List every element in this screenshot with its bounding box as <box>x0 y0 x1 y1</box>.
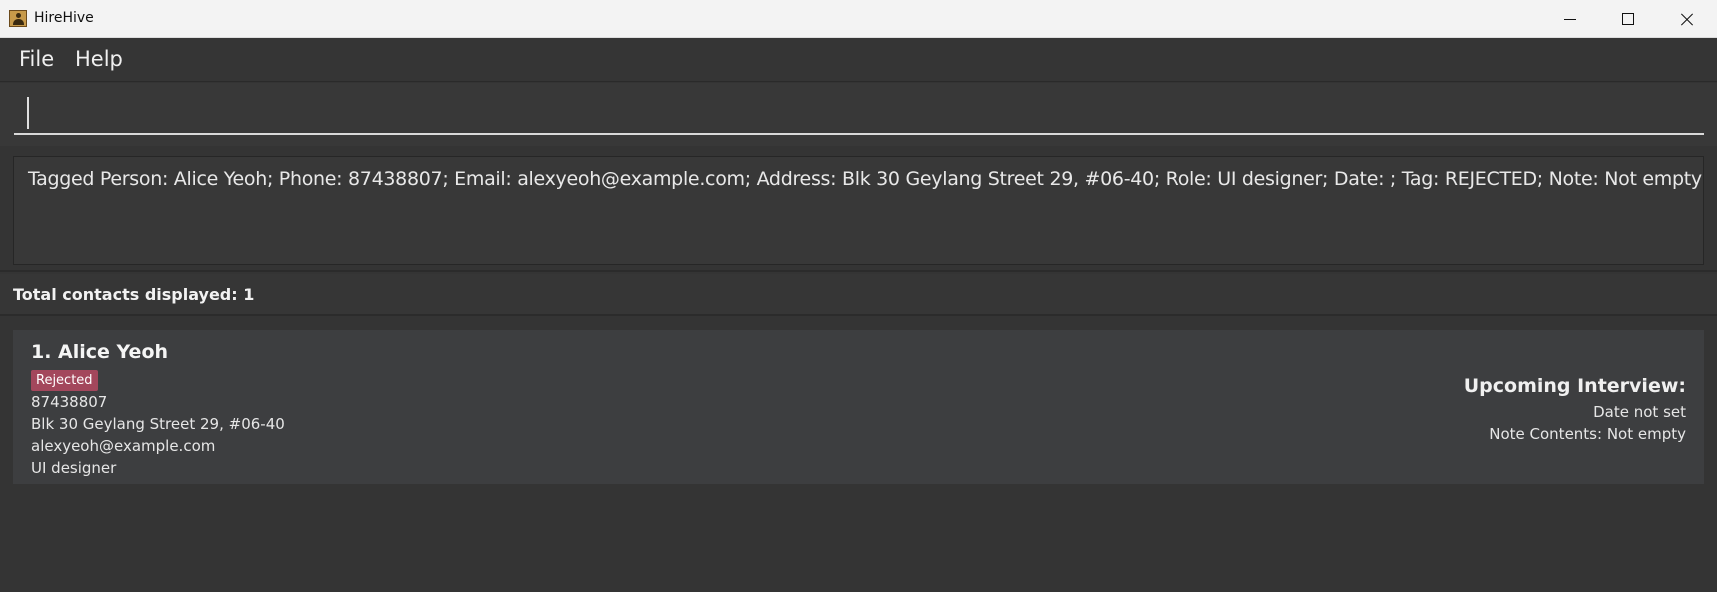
menu-help[interactable]: Help <box>75 47 123 71</box>
note-contents: Note Contents: Not empty <box>1489 425 1686 443</box>
minimize-button[interactable] <box>1541 0 1599 38</box>
menu-bar: File Help <box>0 38 1717 82</box>
maximize-icon <box>1622 13 1634 25</box>
command-box <box>0 83 1717 146</box>
interview-date: Date not set <box>1593 403 1686 421</box>
minimize-icon <box>1564 19 1576 20</box>
contact-count-bar: Total contacts displayed: 1 <box>0 274 1717 316</box>
contact-phone: 87438807 <box>31 393 108 411</box>
contact-role: UI designer <box>31 459 117 477</box>
command-input[interactable] <box>14 93 1704 135</box>
contact-list: 1. Alice Yeoh Rejected 87438807 Blk 30 G… <box>0 318 1717 592</box>
contact-email: alexyeoh@example.com <box>31 437 216 455</box>
close-button[interactable] <box>1658 0 1716 38</box>
result-display-panel: Tagged Person: Alice Yeoh; Phone: 874388… <box>0 146 1717 272</box>
maximize-button[interactable] <box>1599 0 1657 38</box>
menu-file[interactable]: File <box>19 47 54 71</box>
contact-card[interactable]: 1. Alice Yeoh Rejected 87438807 Blk 30 G… <box>13 330 1704 484</box>
hirehive-app-icon <box>9 10 27 27</box>
status-tag: Rejected <box>31 370 98 391</box>
contact-address: Blk 30 Geylang Street 29, #06-40 <box>31 415 285 433</box>
interview-heading: Upcoming Interview: <box>1463 375 1686 397</box>
contact-name: 1. Alice Yeoh <box>31 341 169 363</box>
contact-count-label: Total contacts displayed: 1 <box>13 285 255 304</box>
result-display[interactable]: Tagged Person: Alice Yeoh; Phone: 874388… <box>13 156 1704 265</box>
title-bar: HireHive <box>0 0 1717 38</box>
text-caret <box>27 97 29 129</box>
result-message: Tagged Person: Alice Yeoh; Phone: 874388… <box>28 168 1702 190</box>
window-title: HireHive <box>34 10 94 26</box>
